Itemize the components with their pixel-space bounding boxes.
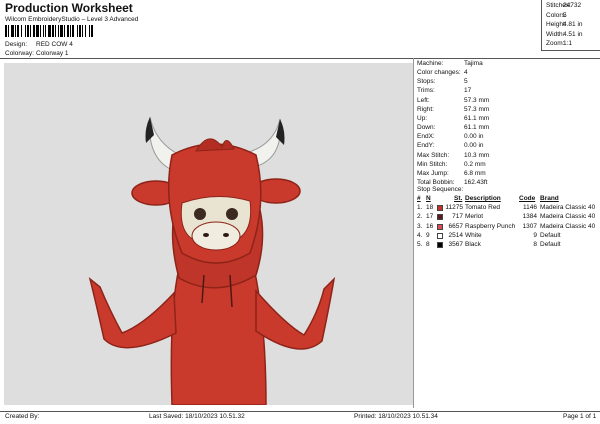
- seq-num: 3.: [417, 222, 423, 230]
- detail-value: 61.1 mm: [464, 124, 490, 132]
- software-subtitle: Wilcom EmbroideryStudio – Level 3 Advanc…: [5, 16, 139, 23]
- seq-st: 2514: [448, 231, 463, 239]
- last-saved: Last Saved: 18/10/2023 10.51.32: [149, 413, 245, 420]
- detail-label: Min Stitch:: [417, 160, 448, 168]
- zoom-label: Zoom:: [546, 40, 565, 47]
- seq-st: 3567: [448, 241, 463, 249]
- detail-label: Color changes:: [417, 69, 461, 77]
- barcode-bar: [93, 25, 94, 37]
- col-code: Code: [519, 195, 536, 202]
- seq-code: 1384: [522, 213, 537, 221]
- detail-label: EndX:: [417, 133, 435, 141]
- detail-value: 57.3 mm: [464, 96, 490, 104]
- seq-description: White: [465, 231, 482, 239]
- detail-value: 0.00 in: [464, 133, 484, 141]
- header-divider: [0, 58, 600, 59]
- seq-description: Black: [465, 241, 481, 249]
- worksheet-title: Production Worksheet: [5, 1, 133, 15]
- footer-divider: [0, 411, 600, 412]
- seq-st: 11275: [445, 204, 463, 211]
- seq-code: 8: [533, 241, 537, 249]
- detail-label: Max Stitch:: [417, 151, 450, 159]
- detail-label: Down:: [417, 124, 436, 132]
- detail-value: Tajima: [464, 60, 483, 67]
- seq-st: 717: [452, 213, 463, 221]
- height-value: 4.81 in: [563, 21, 583, 28]
- thread-color-swatch: [437, 214, 443, 221]
- seq-num: 1.: [417, 204, 423, 211]
- printed-date: Printed: 18/10/2023 10.51.34: [354, 413, 438, 420]
- seq-code: 9: [533, 231, 537, 239]
- seq-description: Raspberry Punch: [465, 222, 516, 230]
- detail-label: Trims:: [417, 87, 435, 95]
- detail-label: Total Bobbin:: [417, 178, 455, 186]
- width-value: 4.51 in: [563, 30, 583, 38]
- seq-num: 5.: [417, 241, 423, 249]
- detail-value: 6.8 mm: [464, 169, 486, 177]
- seq-st: 6657: [448, 222, 463, 230]
- seq-description: Merlot: [465, 213, 484, 221]
- thread-color-swatch: [437, 232, 443, 239]
- detail-value: 57.3 mm: [464, 105, 490, 113]
- seq-num: 4.: [417, 231, 423, 239]
- design-preview: [4, 63, 413, 406]
- design-value: RED COW 4: [36, 41, 73, 48]
- detail-label: Up:: [417, 114, 428, 122]
- thread-color-swatch: [437, 223, 443, 230]
- col-brand: Brand: [540, 195, 559, 202]
- red-cow-embroidery-image: [88, 116, 336, 406]
- seq-brand: Default: [540, 241, 561, 249]
- detail-label: EndY:: [417, 142, 435, 150]
- seq-num: 2.: [417, 213, 423, 221]
- colorway-value: Colorway 1: [36, 50, 69, 57]
- detail-value: 17: [464, 87, 472, 95]
- col-hash: #: [417, 195, 421, 202]
- colorway-label: Colorway:: [5, 50, 34, 57]
- barcode: [5, 25, 103, 37]
- design-label: Design:: [5, 41, 28, 48]
- detail-value: 0.00 in: [464, 142, 484, 150]
- seq-code: 1307: [522, 222, 537, 230]
- page-number: Page 1 of 1: [563, 413, 597, 420]
- stitches-value: 24732: [563, 2, 582, 9]
- detail-label: Stops:: [417, 78, 436, 86]
- detail-value: 61.1 mm: [464, 114, 490, 122]
- thread-color-swatch: [437, 242, 443, 249]
- zoom-value: 1:1: [563, 40, 573, 47]
- vertical-divider: [413, 58, 414, 408]
- stats-box: Stitches: 24732 Colors: 5 Height: 4.81 i…: [541, 0, 600, 51]
- col-n: N: [426, 195, 431, 202]
- thread-color-swatch: [437, 205, 443, 211]
- detail-value: 162.43ft: [464, 178, 488, 186]
- detail-label: Right:: [417, 105, 434, 113]
- stop-sequence-title: Stop Sequence:: [417, 186, 464, 193]
- col-st: St.: [454, 195, 463, 202]
- detail-value: 4: [464, 69, 468, 77]
- detail-value: 0.2 mm: [464, 160, 486, 168]
- colors-value: 5: [563, 11, 567, 19]
- col-description: Description: [465, 195, 501, 202]
- seq-description: Tomato Red: [465, 204, 501, 211]
- detail-value: 5: [464, 78, 468, 86]
- seq-brand: Madeira Classic 40: [540, 204, 596, 211]
- created-by: Created By:: [5, 413, 40, 420]
- seq-brand: Madeira Classic 40: [540, 213, 596, 221]
- detail-label: Max Jump:: [417, 169, 449, 177]
- detail-value: 10.3 mm: [464, 151, 490, 159]
- detail-label: Left:: [417, 96, 430, 104]
- seq-brand: Madeira Classic 40: [540, 222, 596, 230]
- width-label: Width:: [546, 30, 565, 38]
- seq-brand: Default: [540, 231, 561, 239]
- detail-label: Machine:: [417, 60, 444, 67]
- seq-code: 1146: [523, 204, 537, 211]
